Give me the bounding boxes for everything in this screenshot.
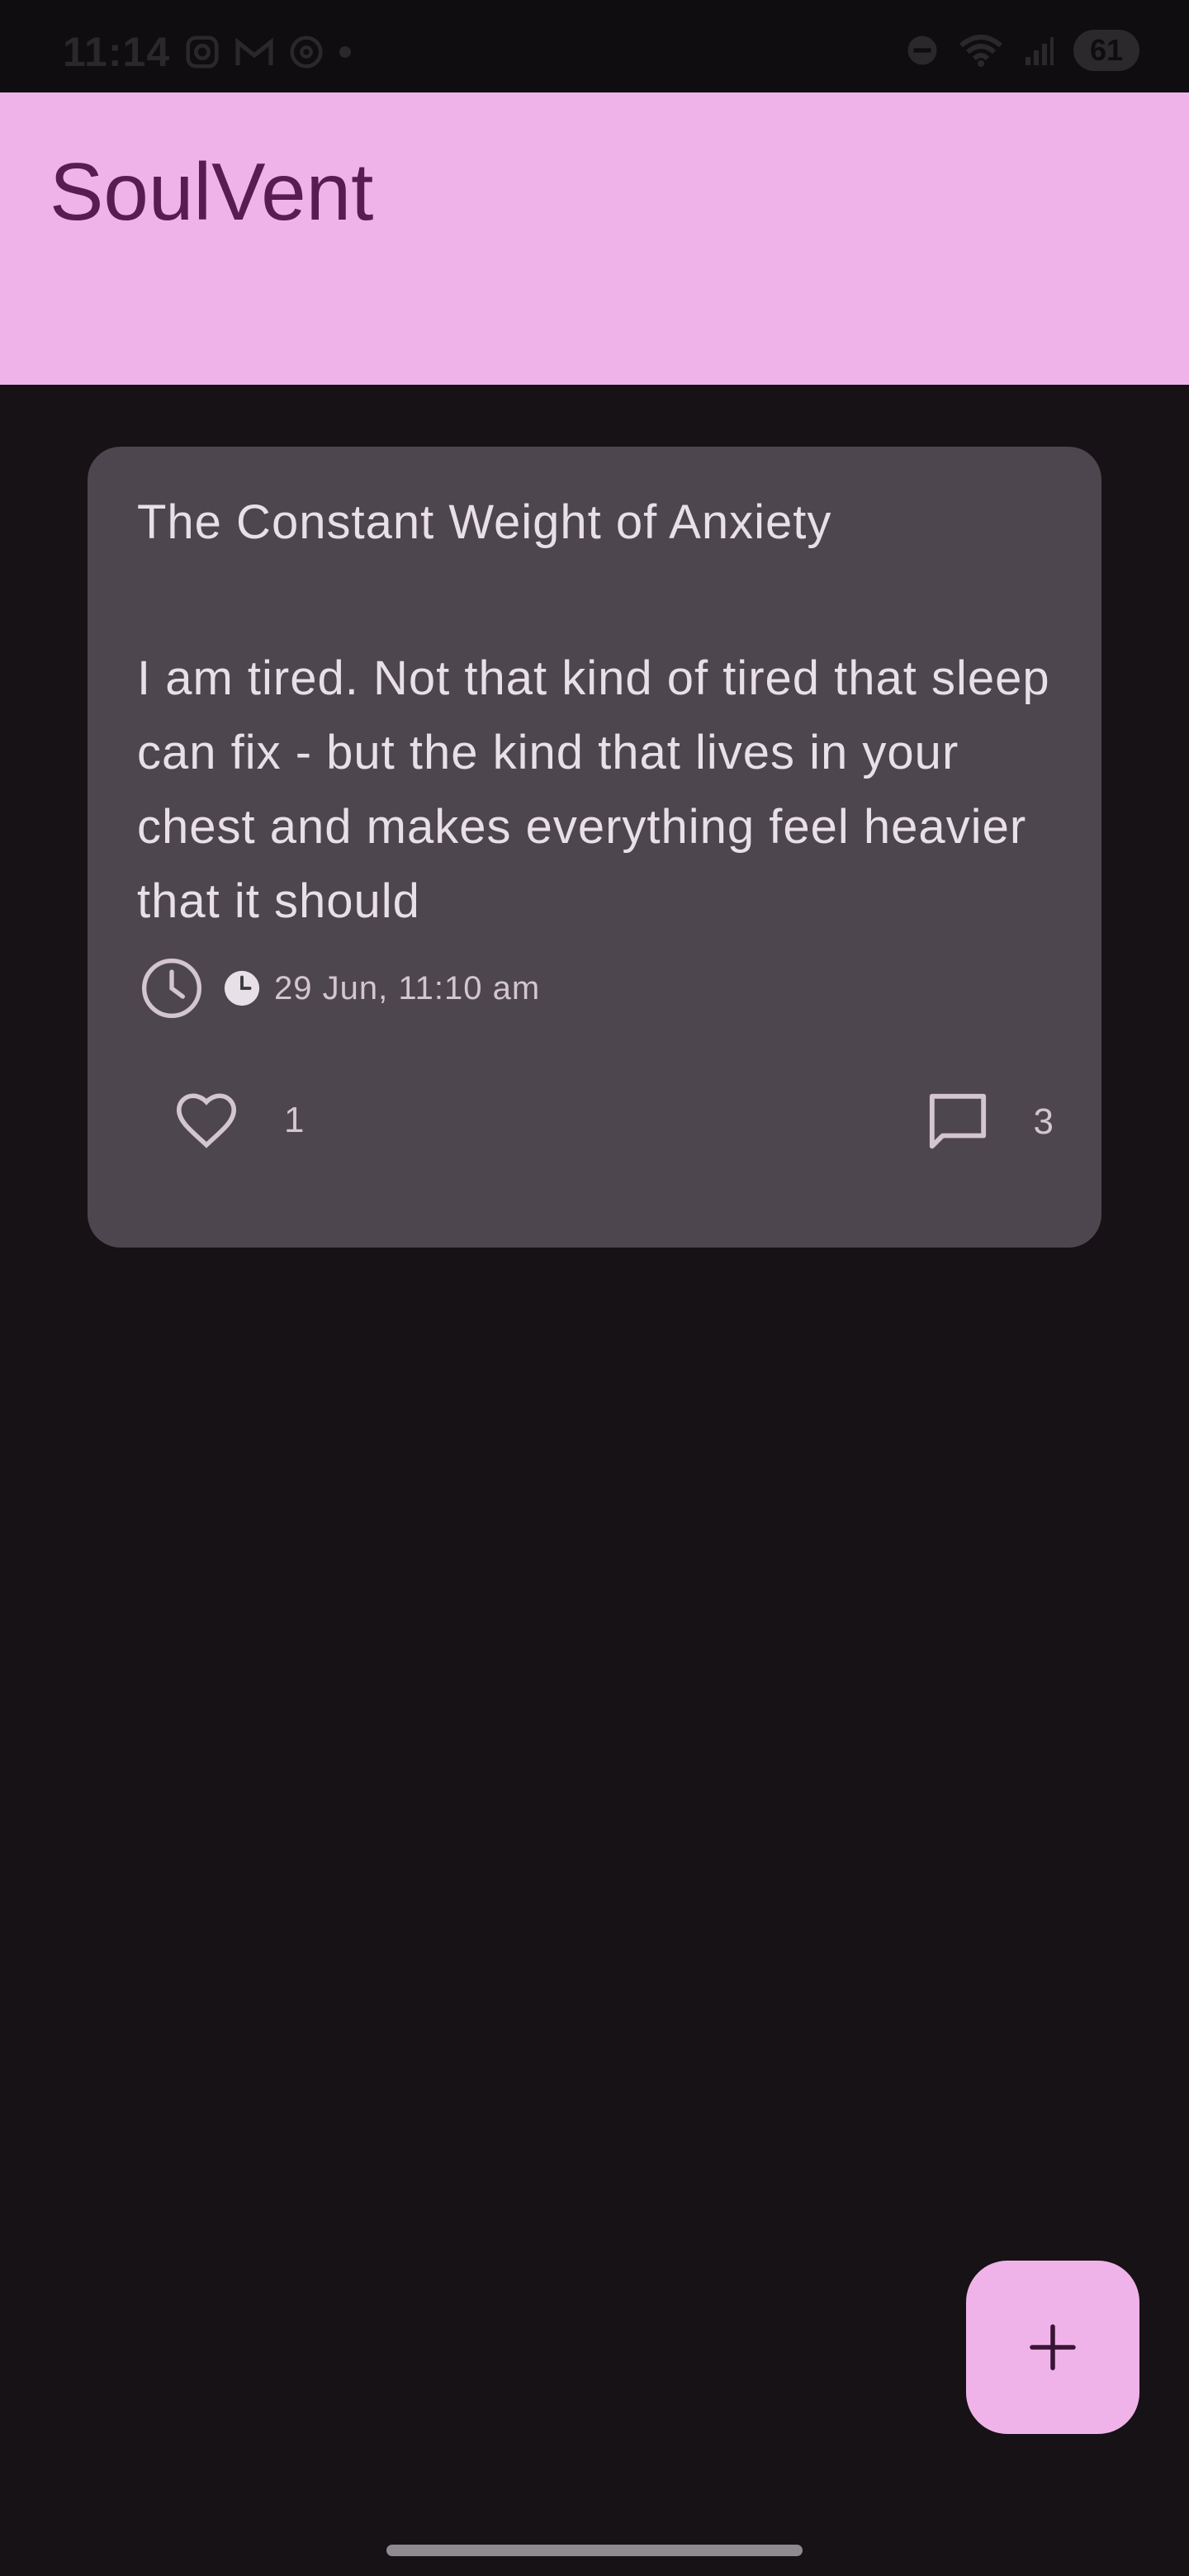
action-row: 1 3 xyxy=(88,1086,1101,1165)
threads-icon xyxy=(290,36,323,69)
status-time: 11:14 xyxy=(63,29,171,75)
plus-icon xyxy=(1030,2324,1076,2370)
app-bar xyxy=(0,92,1189,385)
post-title: The Constant Weight of Anxiety xyxy=(137,495,832,549)
gmail-icon xyxy=(235,37,273,65)
system-icons: 61 xyxy=(905,30,1139,71)
status-bar: 11:14 61 xyxy=(0,0,1189,92)
instagram-icon xyxy=(186,36,219,69)
post-timestamp: 29 Jun, 11:10 am xyxy=(274,969,541,1006)
comment-button[interactable]: 3 xyxy=(921,1086,1054,1158)
heart-icon xyxy=(176,1093,237,1148)
comment-count: 3 xyxy=(1033,1101,1054,1142)
comment-icon xyxy=(929,1093,986,1149)
dnd-icon xyxy=(907,36,937,65)
battery-icon: 61 xyxy=(1073,30,1139,71)
app-title: SoulVent xyxy=(50,146,374,237)
battery-level: 61 xyxy=(1089,33,1124,67)
timestamp-row: 29 Jun, 11:10 am xyxy=(139,955,540,1021)
like-count: 1 xyxy=(284,1100,305,1140)
like-button[interactable]: 1 xyxy=(172,1086,304,1155)
post-card[interactable]: The Constant Weight of Anxiety I am tire… xyxy=(88,447,1101,1248)
signal-icon xyxy=(1026,37,1054,65)
dot-icon xyxy=(339,46,351,58)
post-body: I am tired. Not that kind of tired that … xyxy=(137,651,1050,928)
wifi-icon xyxy=(959,35,1002,67)
clock-icon xyxy=(142,959,201,1018)
new-post-button[interactable] xyxy=(966,2261,1139,2434)
home-indicator[interactable] xyxy=(386,2545,803,2556)
clock-emoji-icon xyxy=(224,970,260,1006)
notification-icons xyxy=(183,33,353,71)
